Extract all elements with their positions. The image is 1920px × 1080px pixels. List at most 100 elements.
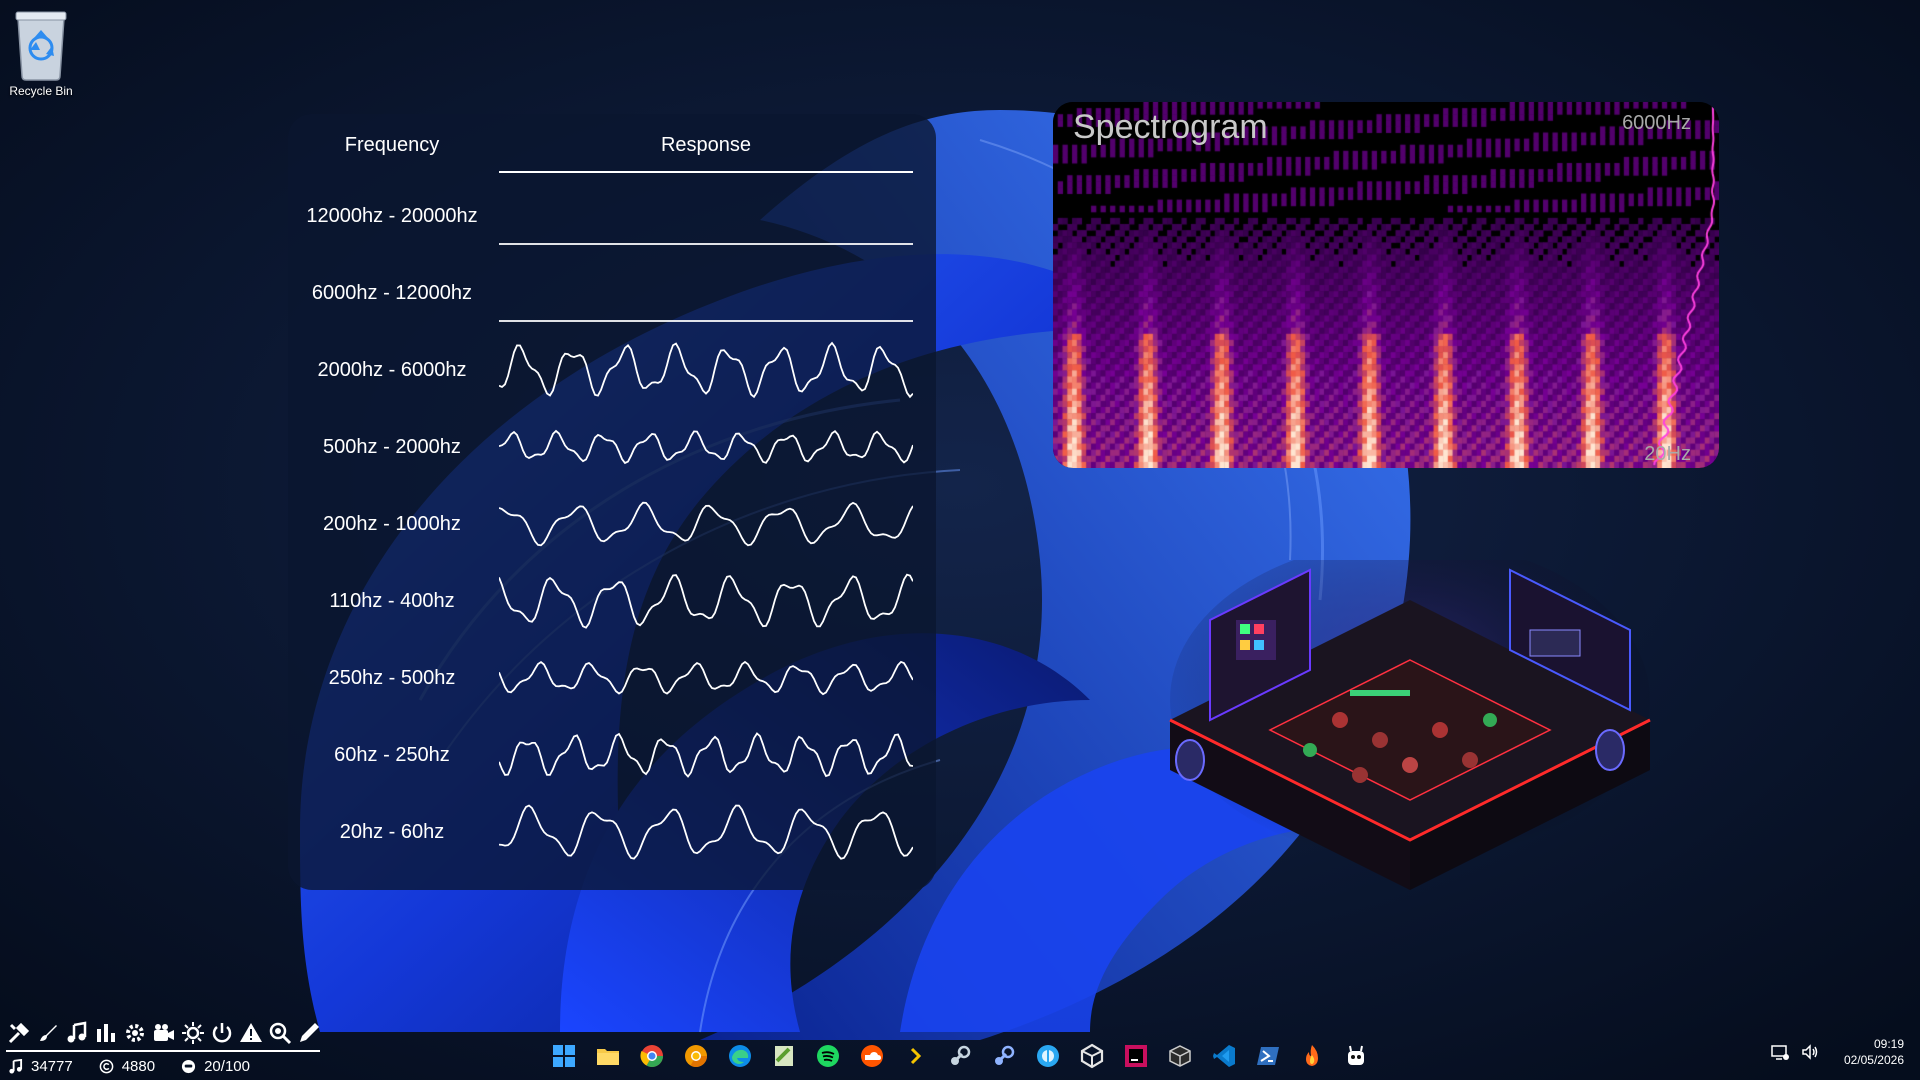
powershell-icon — [1257, 1047, 1279, 1065]
taskbar-notepad-plus[interactable] — [766, 1038, 802, 1074]
spectrogram-title: Spectrogram — [1073, 108, 1268, 146]
taskbar-fire-app[interactable] — [1294, 1038, 1330, 1074]
band-label: 60hz - 250hz — [334, 744, 450, 766]
band-waveform — [499, 732, 913, 778]
notepad-plus-icon — [775, 1046, 793, 1066]
pen-icon — [299, 1023, 319, 1042]
music-note-icon — [9, 1059, 23, 1074]
brush-icon — [39, 1025, 57, 1041]
frequency-response-widget: Frequency Response 12000hz - 20000hz 600… — [288, 114, 936, 890]
camera-button[interactable] — [151, 1021, 176, 1046]
zoom-button[interactable] — [267, 1021, 292, 1046]
taskbar-unity[interactable] — [1074, 1038, 1110, 1074]
copyright-icon — [99, 1059, 114, 1074]
gear-icon — [125, 1024, 144, 1042]
clock-time: 09:19 — [1873, 1037, 1904, 1051]
stat-value: 20/100 — [204, 1058, 250, 1075]
soundcloud-icon — [861, 1045, 883, 1067]
band-label: 500hz - 2000hz — [323, 436, 461, 458]
music-button[interactable] — [64, 1021, 89, 1046]
bar-chart-icon — [96, 1024, 115, 1042]
network-icon — [1771, 1045, 1789, 1060]
music-note-icon — [67, 1021, 86, 1043]
power-icon — [212, 1023, 231, 1043]
band-waveform — [499, 429, 913, 465]
spectrogram-max-frequency: 6000Hz — [1622, 112, 1691, 134]
rider-icon — [1125, 1045, 1147, 1067]
band-label: 250hz - 500hz — [328, 667, 456, 689]
system-tray: 09:19 02/05/2026 — [1770, 1036, 1904, 1068]
tools-icon — [8, 1022, 29, 1044]
taskbar-box[interactable] — [1162, 1038, 1198, 1074]
power-button[interactable] — [209, 1021, 234, 1046]
taskbar-rider[interactable] — [1118, 1038, 1154, 1074]
band-label: 2000hz - 6000hz — [317, 359, 467, 381]
arc-icon — [1037, 1045, 1059, 1067]
band-label: 12000hz - 20000hz — [306, 205, 478, 227]
taskbar-clock[interactable]: 09:19 02/05/2026 — [1844, 1036, 1904, 1068]
band-label: 6000hz - 12000hz — [311, 282, 473, 304]
warning-button[interactable] — [238, 1021, 263, 1046]
taskbar-edge[interactable] — [722, 1038, 758, 1074]
band-label: 20hz - 60hz — [339, 821, 445, 843]
face-icon — [182, 1059, 196, 1074]
recycle-bin-shortcut[interactable]: Recycle Bin — [6, 4, 76, 98]
stat-music: 34777 — [8, 1058, 73, 1075]
toolbar-divider — [6, 1050, 320, 1052]
clock-date: 02/05/2026 — [1843, 1053, 1904, 1067]
taskbar-arc[interactable] — [1030, 1038, 1066, 1074]
display-button[interactable] — [180, 1021, 205, 1046]
sun-gear-icon — [181, 1022, 204, 1044]
spectrogram-heatmap — [1053, 102, 1719, 468]
fire-icon — [1306, 1045, 1318, 1066]
taskbar-powershell[interactable] — [1250, 1038, 1286, 1074]
pen-button[interactable] — [296, 1021, 321, 1046]
stat-capacity: 20/100 — [181, 1058, 250, 1075]
taskbar-prompt[interactable] — [898, 1038, 934, 1074]
band-label: 110hz - 400hz — [329, 590, 455, 612]
chrome-canary-icon — [685, 1045, 707, 1067]
start-icon — [553, 1045, 575, 1067]
bot-icon — [1348, 1045, 1364, 1065]
warning-icon — [239, 1023, 262, 1042]
brush-button[interactable] — [35, 1021, 60, 1046]
band-waveform — [499, 573, 913, 629]
box-icon — [1169, 1045, 1191, 1067]
steam-icon — [951, 1045, 971, 1065]
stat-value: 34777 — [31, 1058, 73, 1075]
taskbar-soundcloud[interactable] — [854, 1038, 890, 1074]
isometric-club-scene — [1169, 560, 1651, 890]
equalizer-button[interactable] — [93, 1021, 118, 1046]
settings-button[interactable] — [122, 1021, 147, 1046]
spotify-icon — [817, 1045, 839, 1067]
network-button[interactable] — [1770, 1042, 1790, 1062]
file-explorer-icon — [597, 1049, 619, 1065]
band-waveform — [499, 660, 913, 696]
taskbar-chrome-canary[interactable] — [678, 1038, 714, 1074]
recycle-bin-icon — [15, 11, 67, 81]
tools-button[interactable] — [6, 1021, 31, 1046]
vscode-icon — [1213, 1045, 1235, 1067]
stat-value: 4880 — [121, 1058, 156, 1075]
taskbar-chrome[interactable] — [634, 1038, 670, 1074]
spectrogram-widget: Spectrogram 6000Hz 20Hz — [1053, 102, 1719, 468]
response-waveforms — [499, 243, 913, 860]
stats-row: 34777 4880 20/100 — [8, 1058, 250, 1075]
chrome-icon — [640, 1045, 663, 1067]
taskbar-steam-alt[interactable] — [986, 1038, 1022, 1074]
start-button[interactable] — [546, 1038, 582, 1074]
taskbar-file-explorer[interactable] — [590, 1038, 626, 1074]
taskbar-bot-app[interactable] — [1338, 1038, 1374, 1074]
unity-icon — [1080, 1043, 1104, 1069]
spectrogram-min-frequency: 20Hz — [1644, 443, 1691, 465]
frequency-column-header: Frequency — [344, 134, 440, 156]
taskbar-spotify[interactable] — [810, 1038, 846, 1074]
band-waveform — [499, 341, 913, 399]
volume-button[interactable] — [1800, 1042, 1820, 1062]
steam-alt-icon — [995, 1045, 1015, 1065]
volume-icon — [1802, 1044, 1818, 1060]
taskbar-apps — [546, 1038, 1374, 1074]
taskbar-steam[interactable] — [942, 1038, 978, 1074]
band-waveform — [499, 804, 913, 860]
taskbar-vscode[interactable] — [1206, 1038, 1242, 1074]
